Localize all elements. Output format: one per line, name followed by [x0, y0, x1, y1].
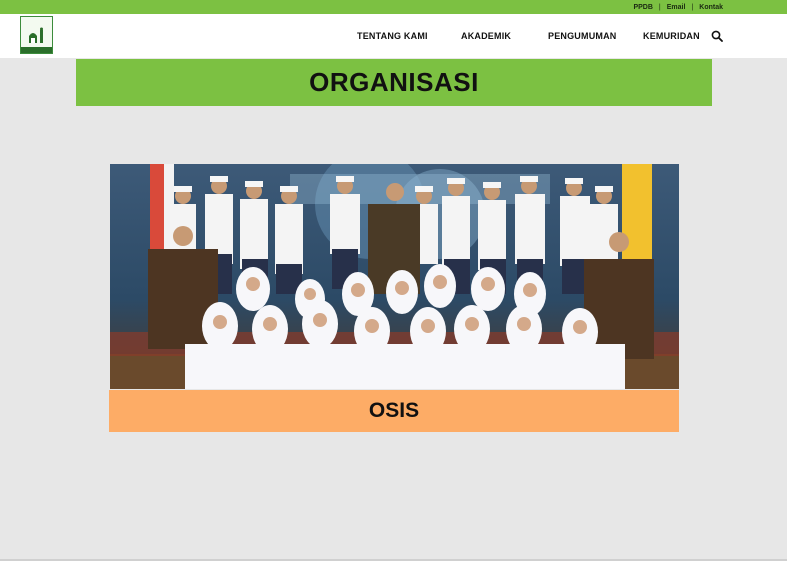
kontak-link[interactable]: Kontak — [699, 4, 723, 11]
separator: | — [658, 3, 661, 11]
logo-strip — [21, 47, 52, 53]
nav-pengumuman[interactable]: PENGUMUMAN — [548, 14, 617, 58]
group-photo-image — [110, 164, 679, 389]
osis-group-photo[interactable] — [110, 164, 679, 389]
top-links: PPDB | Email | Kontak — [633, 0, 723, 14]
site-header: TENTANG KAMI AKADEMIK PENGUMUMAN KEMURID… — [0, 14, 787, 58]
nav-tentang-kami[interactable]: TENTANG KAMI — [357, 14, 428, 58]
top-bar: PPDB | Email | Kontak — [0, 0, 787, 14]
osis-caption: OSIS — [368, 399, 420, 422]
page-title: ORGANISASI — [309, 67, 479, 97]
separator: | — [691, 3, 694, 11]
nav-kemuridan[interactable]: KEMURIDAN — [643, 14, 700, 58]
school-logo[interactable] — [20, 16, 53, 54]
ppdb-link[interactable]: PPDB — [633, 4, 652, 11]
nav-akademik[interactable]: AKADEMIK — [461, 14, 511, 58]
search-icon[interactable] — [711, 30, 723, 42]
email-link[interactable]: Email — [667, 4, 686, 11]
mosque-icon — [29, 27, 43, 43]
page-title-bar: ORGANISASI — [76, 59, 712, 106]
osis-caption-bar[interactable]: OSIS — [109, 390, 679, 432]
